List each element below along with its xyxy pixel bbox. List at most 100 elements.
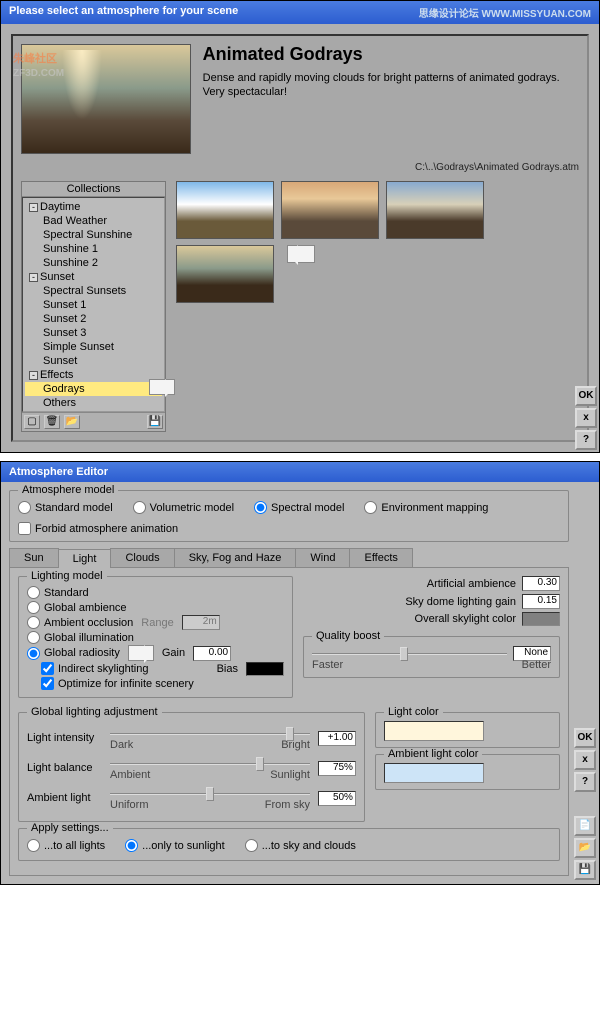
help-button[interactable]: ? (574, 772, 596, 792)
watermark: 朱峰社区ZF3D.COM (13, 42, 64, 79)
lighting-model-group: Lighting model Standard Global ambience … (18, 576, 293, 698)
radio-standard-model[interactable]: Standard model (18, 501, 113, 514)
range-input: 2m (182, 615, 220, 630)
tab-wind[interactable]: Wind (295, 548, 350, 567)
save-icon[interactable]: 💾 (147, 415, 163, 429)
dialog-buttons: OK x ? 📄 📂 💾 (574, 728, 596, 880)
new-icon[interactable]: 📄 (574, 816, 596, 836)
arrow-annotation (128, 645, 154, 661)
radio-apply-all-lights[interactable]: ...to all lights (27, 839, 105, 852)
collapse-icon[interactable]: - (29, 371, 38, 380)
window-title: Atmosphere Editor (9, 466, 108, 478)
forbid-animation-checkbox[interactable]: Forbid atmosphere animation (18, 522, 560, 535)
tree-item[interactable]: Sunset 3 (25, 326, 162, 340)
optimize-infinite-checkbox[interactable]: Optimize for infinite scenery (27, 676, 284, 691)
preset-description: Dense and rapidly moving clouds for brig… (203, 71, 579, 100)
tree-item[interactable]: Simple Sunset (25, 340, 162, 354)
radio-apply-sunlight[interactable]: ...only to sunlight (125, 839, 225, 852)
arrow-annotation (287, 245, 315, 263)
tree-item[interactable]: Bad Weather (25, 214, 162, 228)
delete-icon[interactable]: 🗑 (44, 415, 60, 429)
lighting-right-panel: Artificial ambience0.30 Sky dome lightin… (303, 576, 560, 704)
light-balance-input[interactable]: 75% (318, 761, 356, 776)
radio-global-illumination[interactable]: Global illumination (27, 630, 284, 645)
preset-thumb[interactable] (176, 181, 274, 239)
tree-item[interactable]: Sunset 1 (25, 298, 162, 312)
collections-panel: Collections -Daytime Bad Weather Spectra… (21, 181, 166, 432)
preset-thumb[interactable] (386, 181, 484, 239)
new-folder-icon[interactable]: ▢ (24, 415, 40, 429)
radio-ambient-occlusion[interactable]: Ambient occlusion (27, 615, 133, 630)
save-icon[interactable]: 💾 (574, 860, 596, 880)
tree-item-selected[interactable]: Godrays (25, 382, 162, 396)
quality-boost-slider[interactable] (312, 645, 507, 661)
window-title: Please select an atmosphere for your sce… (9, 5, 238, 20)
tree-item[interactable]: Sunshine 2 (25, 256, 162, 270)
radio-apply-sky-clouds[interactable]: ...to sky and clouds (245, 839, 356, 852)
indirect-skylighting-checkbox[interactable]: Indirect skylighting (41, 661, 149, 676)
tab-sun[interactable]: Sun (9, 548, 59, 567)
tree-item[interactable]: Others (25, 396, 162, 410)
editor-tabs: Sun Light Clouds Sky, Fog and Haze Wind … (9, 548, 569, 568)
atmosphere-model-group: Atmosphere model Standard model Volumetr… (9, 490, 569, 542)
light-balance-slider[interactable] (110, 755, 310, 771)
quality-boost-group: Quality boost None FasterBetter (303, 636, 560, 678)
browser-panel: Animated Godrays Dense and rapidly movin… (11, 34, 589, 442)
dialog-buttons: OK x ? (575, 386, 597, 450)
collections-header: Collections (22, 182, 165, 197)
light-intensity-input[interactable]: +1.00 (318, 731, 356, 746)
preset-path: C:\..\Godrays\Animated Godrays.atm (21, 162, 579, 173)
radio-standard[interactable]: Standard (27, 585, 284, 600)
ambient-light-color-swatch[interactable] (384, 763, 484, 783)
tree-item[interactable]: Spectral Sunsets (25, 284, 162, 298)
open-icon[interactable]: 📂 (574, 838, 596, 858)
preset-thumb[interactable] (281, 181, 379, 239)
ambient-light-slider[interactable] (110, 785, 310, 801)
thumbnails-grid (176, 181, 579, 432)
tab-sky-fog-haze[interactable]: Sky, Fog and Haze (174, 548, 297, 567)
tab-clouds[interactable]: Clouds (110, 548, 174, 567)
tree-item[interactable]: Sunset (25, 354, 162, 368)
arrow-annotation (149, 379, 175, 395)
tree-item[interactable]: Sunshine 1 (25, 242, 162, 256)
radio-environment-mapping[interactable]: Environment mapping (364, 501, 488, 514)
titlebar: Please select an atmosphere for your sce… (1, 1, 599, 24)
bias-color[interactable] (246, 662, 284, 676)
sky-dome-gain-input[interactable]: 0.15 (522, 594, 560, 609)
atmosphere-editor-window: Atmosphere Editor Atmosphere model Stand… (0, 461, 600, 885)
tree-item[interactable]: Sunset 2 (25, 312, 162, 326)
radio-spectral-model[interactable]: Spectral model (254, 501, 344, 514)
global-lighting-adjustment-group: Global lighting adjustment Light intensi… (18, 712, 365, 822)
tab-light[interactable]: Light (58, 549, 112, 568)
collections-tree[interactable]: -Daytime Bad Weather Spectral Sunshine S… (22, 197, 165, 412)
open-icon[interactable]: 📂 (64, 415, 80, 429)
ambient-light-input[interactable]: 50% (318, 791, 356, 806)
preset-name: Animated Godrays (203, 44, 579, 65)
ok-button[interactable]: OK (575, 386, 597, 406)
collapse-icon[interactable]: - (29, 273, 38, 282)
preset-thumb-selected[interactable] (176, 245, 274, 303)
cancel-button[interactable]: x (575, 408, 597, 428)
light-color-swatch[interactable] (384, 721, 484, 741)
ok-button[interactable]: OK (574, 728, 596, 748)
light-color-group: Light color (375, 712, 560, 748)
radio-global-radiosity[interactable]: Global radiosity (27, 646, 120, 661)
radio-volumetric-model[interactable]: Volumetric model (133, 501, 234, 514)
titlebar: Atmosphere Editor (1, 462, 599, 482)
cancel-button[interactable]: x (574, 750, 596, 770)
tree-item[interactable]: Spectral Sunshine (25, 228, 162, 242)
overall-skylight-color[interactable] (522, 612, 560, 626)
apply-settings-group: Apply settings... ...to all lights ...on… (18, 828, 560, 861)
gain-input[interactable]: 0.00 (193, 646, 231, 661)
collapse-icon[interactable]: - (29, 203, 38, 212)
tree-toolbar: ▢ 🗑 📂 💾 (22, 412, 165, 431)
ambient-light-color-group: Ambient light color (375, 754, 560, 790)
light-intensity-slider[interactable] (110, 725, 310, 741)
titlebar-credit: 思缘设计论坛 WWW.MISSYUAN.COM (419, 5, 591, 20)
help-button[interactable]: ? (575, 430, 597, 450)
radio-global-ambience[interactable]: Global ambience (27, 600, 284, 615)
light-tab-content: Lighting model Standard Global ambience … (9, 568, 569, 876)
tab-effects[interactable]: Effects (349, 548, 412, 567)
artificial-ambience-input[interactable]: 0.30 (522, 576, 560, 591)
atmosphere-browser-window: Please select an atmosphere for your sce… (0, 0, 600, 453)
